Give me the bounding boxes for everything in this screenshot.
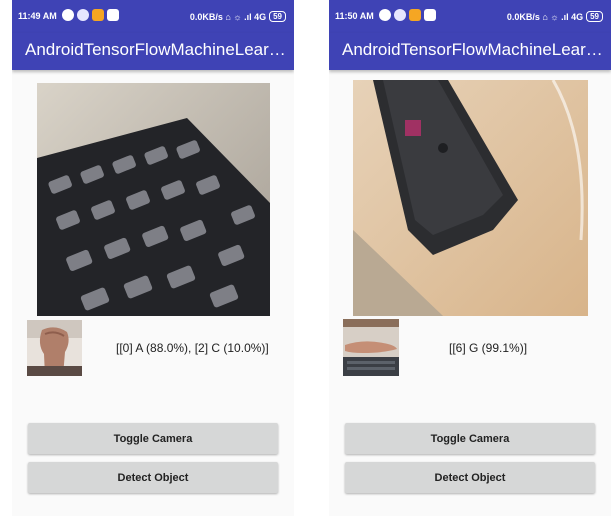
toggle-camera-button[interactable]: Toggle Camera — [28, 423, 278, 454]
app-notification-icon — [62, 9, 74, 21]
fist-hand-image — [27, 320, 82, 376]
phone-screen-left: 11:49 AM 0.0KB/s ⌂ ☼ .ıl 4G 59 AndroidTe… — [12, 0, 294, 516]
status-right: 0.0KB/s ⌂ ☼ .ıl 4G 59 — [190, 11, 286, 22]
chrome-notification-icon — [394, 9, 406, 21]
phone-on-table-image — [353, 80, 588, 316]
toggle-camera-button[interactable]: Toggle Camera — [345, 423, 595, 454]
network-status: 0.0KB/s ⌂ ☼ .ıl 4G — [189, 11, 267, 22]
detect-object-button[interactable]: Detect Object — [345, 462, 595, 493]
phone-screen-right: 11:50 AM 0.0KB/s ⌂ ☼ .ıl 4G 59 AndroidTe… — [329, 0, 611, 516]
battery-icon: 59 — [269, 11, 286, 22]
camera-preview — [353, 80, 588, 316]
keyboard-camera-image — [37, 83, 270, 316]
notification-icons — [379, 9, 436, 21]
detection-result-text: [[0] A (88.0%), [2] C (10.0%)] — [116, 341, 269, 355]
media-notification-icon — [107, 9, 119, 21]
open-hand-image — [343, 319, 399, 376]
status-time: 11:49 AM — [18, 11, 57, 21]
app-title: AndroidTensorFlowMachineLearni… — [342, 40, 604, 59]
camera-preview — [37, 83, 270, 316]
status-bar: 11:49 AM 0.0KB/s ⌂ ☼ .ıl 4G 59 — [12, 0, 294, 33]
network-status: 0.0KB/s ⌂ ☼ .ıl 4G — [506, 11, 584, 22]
app-notification-icon — [379, 9, 391, 21]
flag-notification-icon — [409, 9, 421, 21]
captured-thumbnail — [27, 320, 82, 376]
captured-thumbnail — [343, 319, 399, 376]
app-bar: AndroidTensorFlowMachineLearni… — [12, 33, 294, 70]
flag-notification-icon — [92, 9, 104, 21]
notification-icons — [62, 9, 119, 21]
status-right: 0.0KB/s ⌂ ☼ .ıl 4G 59 — [507, 11, 603, 22]
app-bar: AndroidTensorFlowMachineLearni… — [329, 33, 611, 70]
chrome-notification-icon — [77, 9, 89, 21]
app-title: AndroidTensorFlowMachineLearni… — [25, 40, 287, 59]
status-time: 11:50 AM — [335, 11, 374, 21]
media-notification-icon — [424, 9, 436, 21]
detection-result-text: [[6] G (99.1%)] — [449, 341, 528, 355]
battery-icon: 59 — [586, 11, 603, 22]
detect-object-button[interactable]: Detect Object — [28, 462, 278, 493]
status-bar: 11:50 AM 0.0KB/s ⌂ ☼ .ıl 4G 59 — [329, 0, 611, 33]
